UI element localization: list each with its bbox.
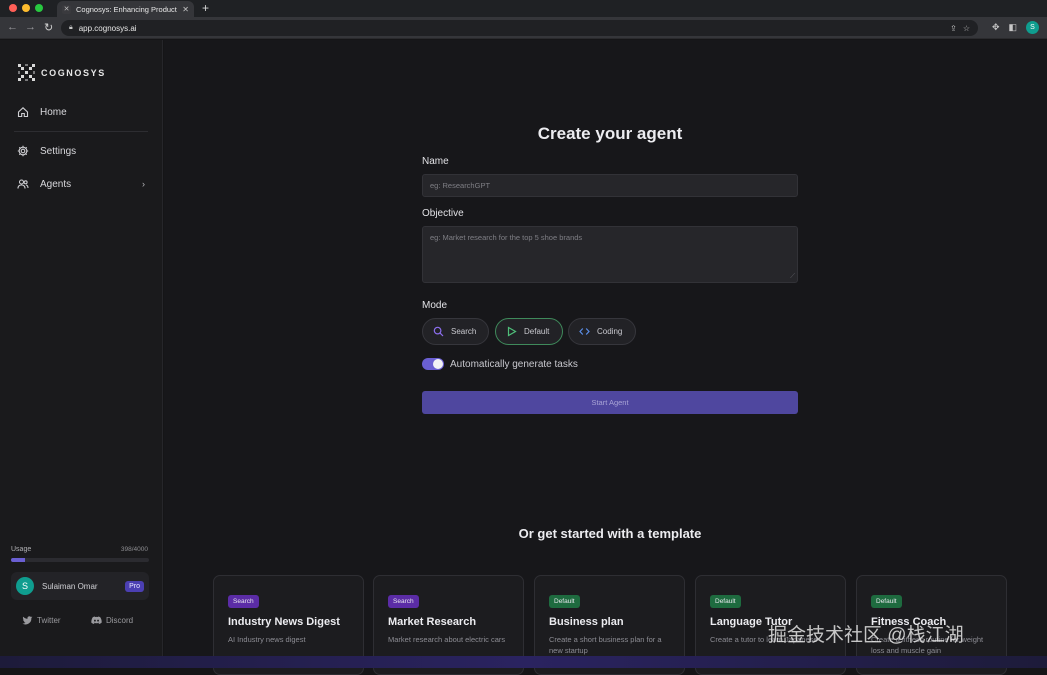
template-title: Market Research [388,616,477,628]
discord-icon [91,616,102,624]
minimize-window-button[interactable] [22,4,30,12]
browser-tab[interactable]: ✕ Cognosys: Enhancing Productiv ✕ [57,1,194,17]
mode-label-text: Default [524,327,550,336]
new-tab-button[interactable]: + [202,1,209,15]
usage-count: 398/4000 [120,546,148,553]
objective-label: Objective [422,208,464,219]
tab-title: Cognosys: Enhancing Productiv [76,4,178,14]
objective-placeholder: eg: Market research for the top 5 shoe b… [430,233,583,242]
sidepanel-icon[interactable]: ◧ [1008,22,1017,33]
template-title: Business plan [549,616,624,628]
twitter-link[interactable]: Twitter [22,615,61,626]
code-icon [579,328,590,335]
tab-close-icon[interactable]: ✕ [182,5,189,14]
mode-label-text: Search [451,327,477,336]
forward-arrow-icon[interactable]: → [25,21,36,33]
twitter-icon [22,616,33,625]
template-title: Industry News Digest [228,616,340,628]
bottom-gradient-strip [0,656,1047,668]
favicon-icon: ✕ [62,4,71,14]
browser-toolbar: ← → ↻ 🔒︎ app.cognosys.ai ⇪ ☆ ✥ ◧ S [0,17,1047,39]
objective-textarea[interactable]: eg: Market research for the top 5 shoe b… [422,226,798,283]
avatar: S [16,577,34,595]
browser-tab-bar: ✕ Cognosys: Enhancing Productiv ✕ + [0,0,1047,17]
brand-logo[interactable]: COGNOSYS [18,64,106,81]
toggle-knob [433,359,443,369]
template-description: AI Industry news digest [228,635,306,644]
sidebar-item-label: Settings [40,145,77,157]
play-icon [507,326,517,337]
name-input[interactable]: eg: ResearchGPT [422,174,798,197]
name-label: Name [422,156,449,167]
maximize-window-button[interactable] [35,4,43,12]
bookmark-star-icon[interactable]: ☆ [963,24,970,33]
address-bar[interactable]: 🔒︎ app.cognosys.ai ⇪ ☆ [61,20,978,36]
chevron-right-icon[interactable]: › [142,179,145,189]
reload-icon[interactable]: ↻ [44,21,53,34]
main-content: Create your agent Name eg: ResearchGPT O… [164,40,1047,675]
mode-label-text: Coding [597,327,623,336]
search-icon [433,326,444,337]
sidebar-item-agents[interactable]: Agents › [17,178,145,190]
mode-search-button[interactable]: Search [422,318,489,345]
extensions-icon[interactable]: ✥ [992,22,1000,33]
mode-coding-button[interactable]: Coding [568,318,636,345]
template-badge: Default [549,595,580,608]
cognosys-logo-icon [18,64,35,81]
watermark-text: 掘金技术社区 @栈江湖 [768,625,964,646]
template-badge: Search [388,595,419,608]
sidebar-divider [14,131,148,132]
page-title: Create your agent [537,124,683,143]
auto-tasks-toggle[interactable] [422,358,444,370]
gear-icon [17,145,29,157]
discord-link[interactable]: Discord [91,615,133,626]
template-description: Create a short business plan for a new s… [549,635,662,655]
usage-progress-fill [11,558,25,562]
back-arrow-icon[interactable]: ← [7,21,18,33]
users-icon [17,179,29,189]
template-badge: Default [871,595,902,608]
user-name: Sulaiman Omar [42,581,98,591]
mode-label: Mode [422,300,448,311]
template-description: Market research about electric cars [388,635,506,644]
resize-handle-icon[interactable]: ⟋ [790,273,795,281]
auto-tasks-row: Automatically generate tasks [422,358,578,370]
start-agent-button[interactable]: Start Agent [422,391,798,414]
mode-default-button[interactable]: Default [495,318,563,345]
template-badge: Default [710,595,741,608]
templates-heading: Or get started with a template [518,526,702,541]
plan-badge: Pro [125,580,144,592]
twitter-label: Twitter [37,616,61,625]
lock-icon: 🔒︎ [69,24,73,31]
sidebar: COGNOSYS Home Settings Agents › Usage 39… [0,40,163,668]
discord-label: Discord [106,616,134,625]
sidebar-item-label: Agents [40,178,72,190]
home-icon [17,107,29,118]
user-account-card[interactable]: S Sulaiman Omar Pro [11,572,149,600]
sidebar-item-label: Home [40,106,67,118]
sidebar-item-home[interactable]: Home [17,106,145,118]
sidebar-item-settings[interactable]: Settings [17,145,145,157]
template-badge: Search [228,595,259,608]
usage-progress-bar [11,558,149,562]
close-window-button[interactable] [9,4,17,12]
auto-tasks-label: Automatically generate tasks [450,358,578,370]
url-text[interactable]: app.cognosys.ai [79,24,944,33]
usage-label: Usage [11,546,32,553]
profile-avatar[interactable]: S [1026,21,1039,34]
share-icon[interactable]: ⇪ [950,24,957,33]
brand-name: COGNOSYS [41,67,106,78]
